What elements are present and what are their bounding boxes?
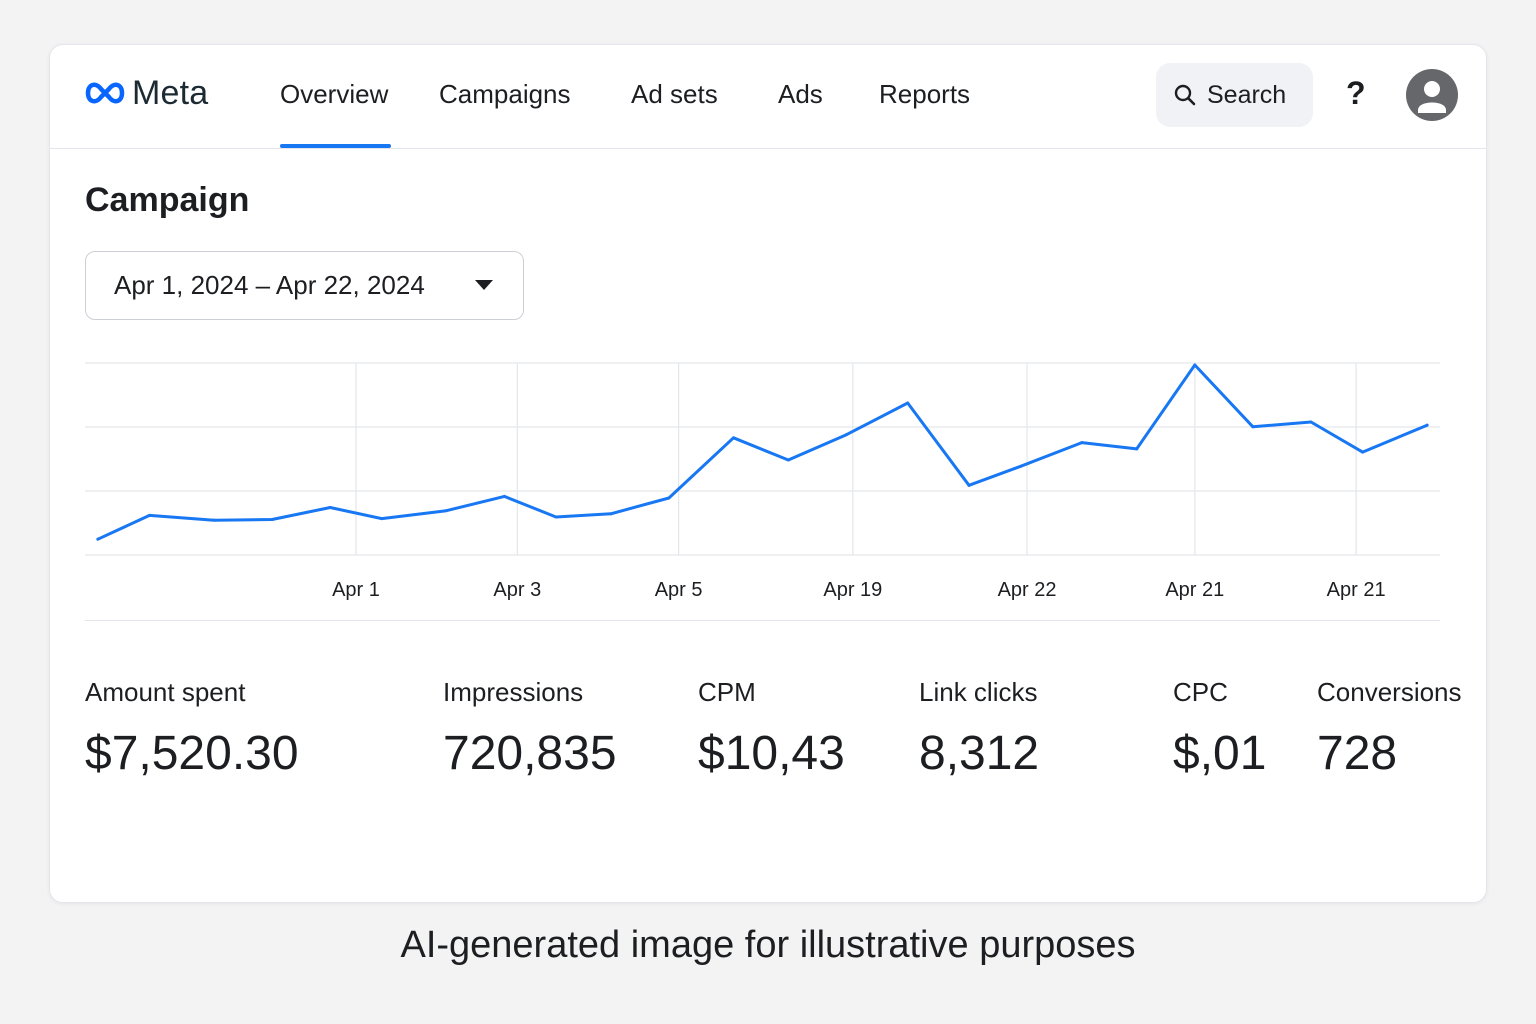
chart-data-point	[731, 436, 735, 440]
tab-overview[interactable]: Overview	[280, 79, 388, 110]
chart-data-point	[270, 518, 274, 522]
metric-amount-spent: Amount spent $7,520.30	[85, 677, 299, 781]
chart-data-point	[1425, 423, 1429, 427]
chart-data-point	[667, 496, 671, 500]
metric-value: 720,835	[443, 727, 617, 780]
user-avatar-icon[interactable]	[1406, 69, 1458, 121]
chart-data-point	[906, 401, 910, 405]
chart-series-line	[96, 363, 1429, 541]
chart-data-point	[1361, 450, 1365, 454]
meta-logo[interactable]: Meta	[84, 73, 208, 113]
divider	[85, 620, 1440, 621]
chart-x-tick-label: Apr 21	[1327, 579, 1386, 601]
metric-cpm: CPM $10,43	[698, 677, 845, 781]
tab-ads[interactable]: Ads	[778, 79, 823, 110]
chart-data-point	[844, 433, 848, 437]
date-range-dropdown[interactable]: Apr 1, 2024 – Apr 22, 2024	[85, 251, 524, 320]
chart-x-tick-label: Apr 21	[1165, 579, 1224, 601]
chart-x-tick-label: Apr 22	[998, 579, 1057, 601]
chart-data-point	[328, 506, 332, 509]
chart-data-point	[967, 483, 971, 487]
search-label: Search	[1207, 80, 1287, 109]
chart-data-point	[1309, 420, 1313, 424]
metric-value: $10,43	[698, 727, 845, 780]
chart-data-point	[1251, 425, 1255, 429]
performance-line-chart: Apr 1 Apr 3 Apr 5 Apr 19 Apr 22 Apr 21 Apr 21	[85, 362, 1440, 601]
metric-value: 728	[1317, 727, 1398, 780]
brand-name: Meta	[132, 73, 209, 112]
chart-data-point	[96, 537, 100, 541]
date-range-value: Apr 1, 2024 – Apr 22, 2024	[114, 270, 425, 300]
tab-ad-sets[interactable]: Ad sets	[631, 79, 718, 110]
chart-data-point	[1019, 464, 1023, 468]
tab-reports[interactable]: Reports	[879, 79, 970, 110]
chart-x-tick-label: Apr 19	[823, 579, 882, 601]
chart-data-point	[554, 515, 558, 519]
metric-label: Conversions	[1317, 677, 1462, 707]
metric-impressions: Impressions 720,835	[443, 677, 617, 781]
search-button[interactable]: Search	[1156, 63, 1313, 127]
tab-campaigns[interactable]: Campaigns	[439, 79, 571, 110]
metric-label: Link clicks	[919, 677, 1038, 707]
chevron-down-icon	[475, 280, 493, 290]
metric-value: 8,312	[919, 727, 1040, 780]
metric-value: $7,520.30	[85, 727, 299, 780]
chart-x-tick-label: Apr 5	[655, 579, 703, 601]
search-icon	[1174, 84, 1196, 106]
help-icon[interactable]: ?	[1346, 75, 1366, 112]
chart-data-point	[609, 512, 613, 516]
active-tab-indicator	[280, 144, 391, 148]
chart-x-tick-label: Apr 1	[332, 579, 380, 601]
metric-link-clicks: Link clicks 8,312	[919, 677, 1039, 781]
metric-value: $,01	[1173, 727, 1267, 780]
chart-data-point	[212, 518, 216, 522]
metric-label: Impressions	[443, 677, 584, 707]
meta-infinity-icon	[85, 82, 125, 104]
chart-data-point	[1193, 363, 1197, 367]
chart-data-point	[380, 517, 384, 521]
metric-cpc: CPC $,01	[1173, 677, 1266, 781]
metric-label: Amount spent	[85, 677, 246, 707]
chart-data-point	[786, 458, 790, 462]
chart-data-point	[502, 494, 506, 498]
page-title: Campaign	[85, 181, 250, 219]
chart-data-point	[1080, 441, 1084, 445]
metric-label: CPC	[1173, 677, 1228, 707]
chart-data-point	[444, 509, 448, 513]
metric-label: CPM	[698, 677, 756, 707]
person-icon	[1418, 81, 1446, 113]
chart-x-tick-label: Apr 3	[493, 579, 541, 601]
dashboard-card: Meta Overview Campaigns Ad sets Ads Repo…	[49, 44, 1487, 903]
metric-conversions: Conversions 728	[1317, 677, 1462, 781]
top-navigation-bar: Meta Overview Campaigns Ad sets Ads Repo…	[50, 45, 1486, 149]
chart-data-point	[1135, 447, 1139, 451]
chart-data-point	[148, 513, 152, 517]
image-caption: AI-generated image for illustrative purp…	[400, 924, 1136, 966]
